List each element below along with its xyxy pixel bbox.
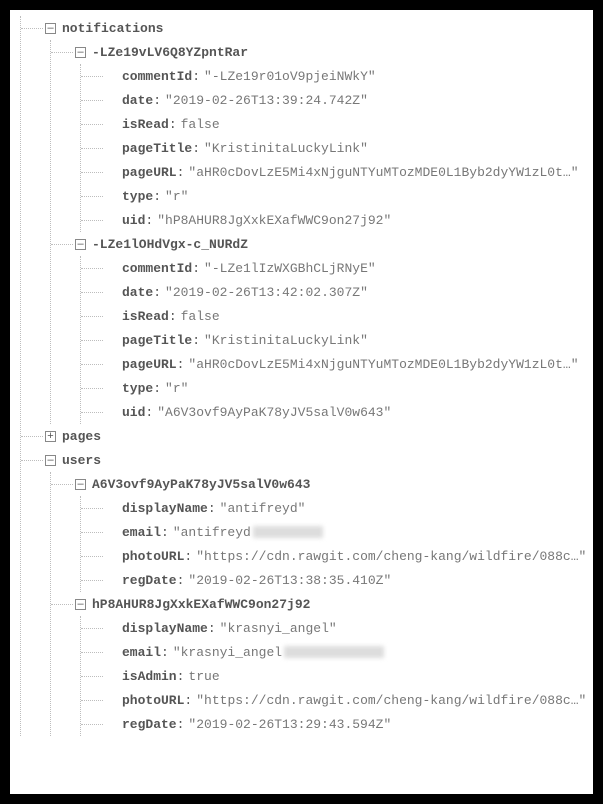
tree-leaf[interactable]: email: "antifreyd bbox=[105, 520, 593, 544]
leaf-value: r bbox=[165, 381, 188, 396]
tree-leaf[interactable]: pageURL: aHR0cDovLzE5Mi4xNjguNTYuMTozMDE… bbox=[105, 160, 593, 184]
tree-leaf[interactable]: regDate: 2019-02-26T13:38:35.410Z bbox=[105, 568, 593, 592]
node-key: users bbox=[62, 453, 101, 468]
tree-leaf[interactable]: date: 2019-02-26T13:42:02.307Z bbox=[105, 280, 593, 304]
tree-node[interactable]: notifications bbox=[45, 16, 593, 40]
leaf-key: type bbox=[122, 189, 153, 204]
leaf-key: pageTitle bbox=[122, 333, 192, 348]
tree-leaf[interactable]: displayName: krasnyi_angel bbox=[105, 616, 593, 640]
node-key: pages bbox=[62, 429, 101, 444]
tree-leaf[interactable]: type: r bbox=[105, 184, 593, 208]
tree-leaf[interactable]: type: r bbox=[105, 376, 593, 400]
tree-leaf[interactable]: commentId: -LZe1lIzWXGBhCLjRNyE bbox=[105, 256, 593, 280]
leaf-key: photoURL bbox=[122, 693, 184, 708]
tree-leaf[interactable]: isRead: false bbox=[105, 112, 593, 136]
tree-node[interactable]: users bbox=[45, 448, 593, 472]
leaf-value: -LZe1lIzWXGBhCLjRNyE bbox=[204, 261, 376, 276]
leaf-value: false bbox=[181, 309, 220, 324]
tree-leaf[interactable]: date: 2019-02-26T13:39:24.742Z bbox=[105, 88, 593, 112]
redacted-region bbox=[253, 526, 323, 538]
leaf-key: pageURL bbox=[122, 165, 177, 180]
tree-leaf[interactable]: commentId: -LZe19r01oV9pjeiNWkY bbox=[105, 64, 593, 88]
leaf-value: -LZe19r01oV9pjeiNWkY bbox=[204, 69, 376, 84]
leaf-value: KristinitaLuckyLink bbox=[204, 141, 368, 156]
tree-node[interactable]: pages bbox=[45, 424, 593, 448]
tree-node[interactable]: -LZe1lOHdVgx-c_NURdZ bbox=[75, 232, 593, 256]
tree-leaf[interactable]: photoURL: https://cdn.rawgit.com/cheng-k… bbox=[105, 688, 593, 712]
leaf-key: regDate bbox=[122, 573, 177, 588]
tree-leaf[interactable]: displayName: antifreyd bbox=[105, 496, 593, 520]
leaf-key: uid bbox=[122, 405, 145, 420]
leaf-key: isRead bbox=[122, 309, 169, 324]
tree-leaf[interactable]: uid: A6V3ovf9AyPaK78yJV5salV0w643 bbox=[105, 400, 593, 424]
leaf-key: type bbox=[122, 381, 153, 396]
tree-leaf[interactable]: pageURL: aHR0cDovLzE5Mi4xNjguNTYuMTozMDE… bbox=[105, 352, 593, 376]
leaf-key: photoURL bbox=[122, 549, 184, 564]
leaf-key: email bbox=[122, 645, 161, 660]
leaf-value: aHR0cDovLzE5Mi4xNjguNTYuMTozMDE0L1Byb2dy… bbox=[188, 165, 578, 180]
leaf-key: uid bbox=[122, 213, 145, 228]
collapse-icon[interactable] bbox=[75, 599, 86, 610]
leaf-key: date bbox=[122, 93, 153, 108]
leaf-key: date bbox=[122, 285, 153, 300]
tree-leaf[interactable]: regDate: 2019-02-26T13:29:43.594Z bbox=[105, 712, 593, 736]
leaf-key: pageTitle bbox=[122, 141, 192, 156]
collapse-icon[interactable] bbox=[45, 23, 56, 34]
node-key: notifications bbox=[62, 21, 163, 36]
leaf-value: A6V3ovf9AyPaK78yJV5salV0w643 bbox=[157, 405, 391, 420]
leaf-value: https://cdn.rawgit.com/cheng-kang/wildfi… bbox=[196, 693, 586, 708]
leaf-key: displayName bbox=[122, 501, 208, 516]
tree-node[interactable]: hP8AHUR8JgXxkEXafWWC9on27j92 bbox=[75, 592, 593, 616]
tree-leaf[interactable]: pageTitle: KristinitaLuckyLink bbox=[105, 328, 593, 352]
tree-leaf[interactable]: pageTitle: KristinitaLuckyLink bbox=[105, 136, 593, 160]
tree-leaf[interactable]: isAdmin: true bbox=[105, 664, 593, 688]
leaf-key: email bbox=[122, 525, 161, 540]
leaf-key: regDate bbox=[122, 717, 177, 732]
leaf-value: krasnyi_angel bbox=[220, 621, 337, 636]
tree-leaf[interactable]: isRead: false bbox=[105, 304, 593, 328]
leaf-value: r bbox=[165, 189, 188, 204]
leaf-value: 2019-02-26T13:38:35.410Z bbox=[188, 573, 391, 588]
node-key: hP8AHUR8JgXxkEXafWWC9on27j92 bbox=[92, 597, 310, 612]
leaf-key: commentId bbox=[122, 69, 192, 84]
tree-leaf[interactable]: uid: hP8AHUR8JgXxkEXafWWC9on27j92 bbox=[105, 208, 593, 232]
leaf-value: false bbox=[181, 117, 220, 132]
leaf-value: "antifreyd bbox=[173, 525, 251, 540]
leaf-value: "krasnyi_angel bbox=[173, 645, 282, 660]
leaf-value: 2019-02-26T13:42:02.307Z bbox=[165, 285, 368, 300]
redacted-region bbox=[284, 646, 384, 658]
tree-node[interactable]: -LZe19vLV6Q8YZpntRar bbox=[75, 40, 593, 64]
leaf-value: hP8AHUR8JgXxkEXafWWC9on27j92 bbox=[157, 213, 391, 228]
collapse-icon[interactable] bbox=[75, 479, 86, 490]
expand-icon[interactable] bbox=[45, 431, 56, 442]
leaf-key: isRead bbox=[122, 117, 169, 132]
leaf-value: https://cdn.rawgit.com/cheng-kang/wildfi… bbox=[196, 549, 586, 564]
collapse-icon[interactable] bbox=[45, 455, 56, 466]
leaf-key: commentId bbox=[122, 261, 192, 276]
leaf-value: true bbox=[188, 669, 219, 684]
leaf-key: isAdmin bbox=[122, 669, 177, 684]
leaf-key: displayName bbox=[122, 621, 208, 636]
collapse-icon[interactable] bbox=[75, 239, 86, 250]
tree-node[interactable]: A6V3ovf9AyPaK78yJV5salV0w643 bbox=[75, 472, 593, 496]
leaf-value: 2019-02-26T13:29:43.594Z bbox=[188, 717, 391, 732]
node-key: -LZe19vLV6Q8YZpntRar bbox=[92, 45, 248, 60]
leaf-value: 2019-02-26T13:39:24.742Z bbox=[165, 93, 368, 108]
node-key: A6V3ovf9AyPaK78yJV5salV0w643 bbox=[92, 477, 310, 492]
leaf-value: antifreyd bbox=[220, 501, 306, 516]
node-key: -LZe1lOHdVgx-c_NURdZ bbox=[92, 237, 248, 252]
leaf-value: KristinitaLuckyLink bbox=[204, 333, 368, 348]
tree-leaf[interactable]: email: "krasnyi_angel bbox=[105, 640, 593, 664]
leaf-key: pageURL bbox=[122, 357, 177, 372]
tree-leaf[interactable]: photoURL: https://cdn.rawgit.com/cheng-k… bbox=[105, 544, 593, 568]
collapse-icon[interactable] bbox=[75, 47, 86, 58]
leaf-value: aHR0cDovLzE5Mi4xNjguNTYuMTozMDE0L1Byb2dy… bbox=[188, 357, 578, 372]
